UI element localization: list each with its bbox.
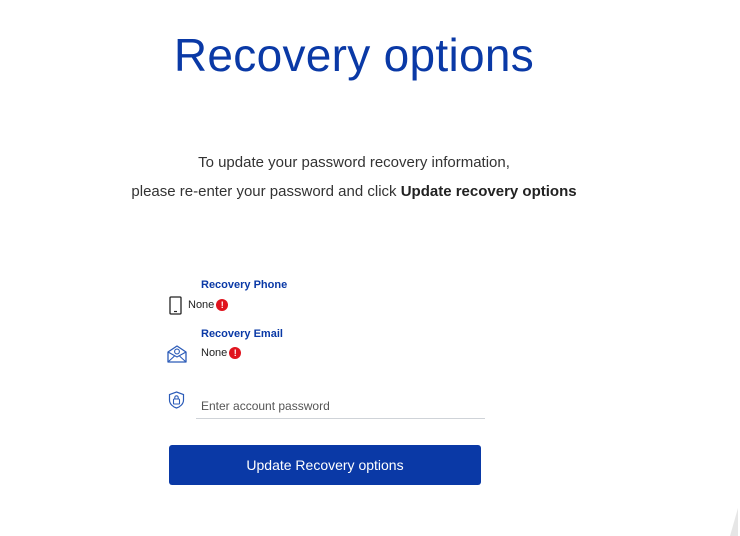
- recovery-email-label: Recovery Email: [201, 328, 283, 340]
- recovery-form: Recovery Phone None ! Recovery Email Non…: [0, 0, 740, 536]
- recovery-email-value: None: [201, 347, 228, 359]
- recovery-email-value-row: None !: [201, 347, 242, 359]
- recovery-phone-label: Recovery Phone: [201, 279, 288, 291]
- update-recovery-options-button[interactable]: Update Recovery options: [169, 445, 481, 485]
- envelope-icon: [167, 345, 187, 363]
- warning-badge-icon: !: [216, 299, 229, 311]
- recovery-phone-value: None: [188, 299, 215, 311]
- mobile-phone-icon: [169, 296, 182, 315]
- account-password-input[interactable]: [196, 394, 485, 419]
- shield-lock-icon: [168, 391, 185, 409]
- recovery-phone-value-row: None !: [188, 299, 229, 311]
- corner-decoration: [730, 508, 738, 536]
- warning-badge-icon: !: [229, 347, 242, 359]
